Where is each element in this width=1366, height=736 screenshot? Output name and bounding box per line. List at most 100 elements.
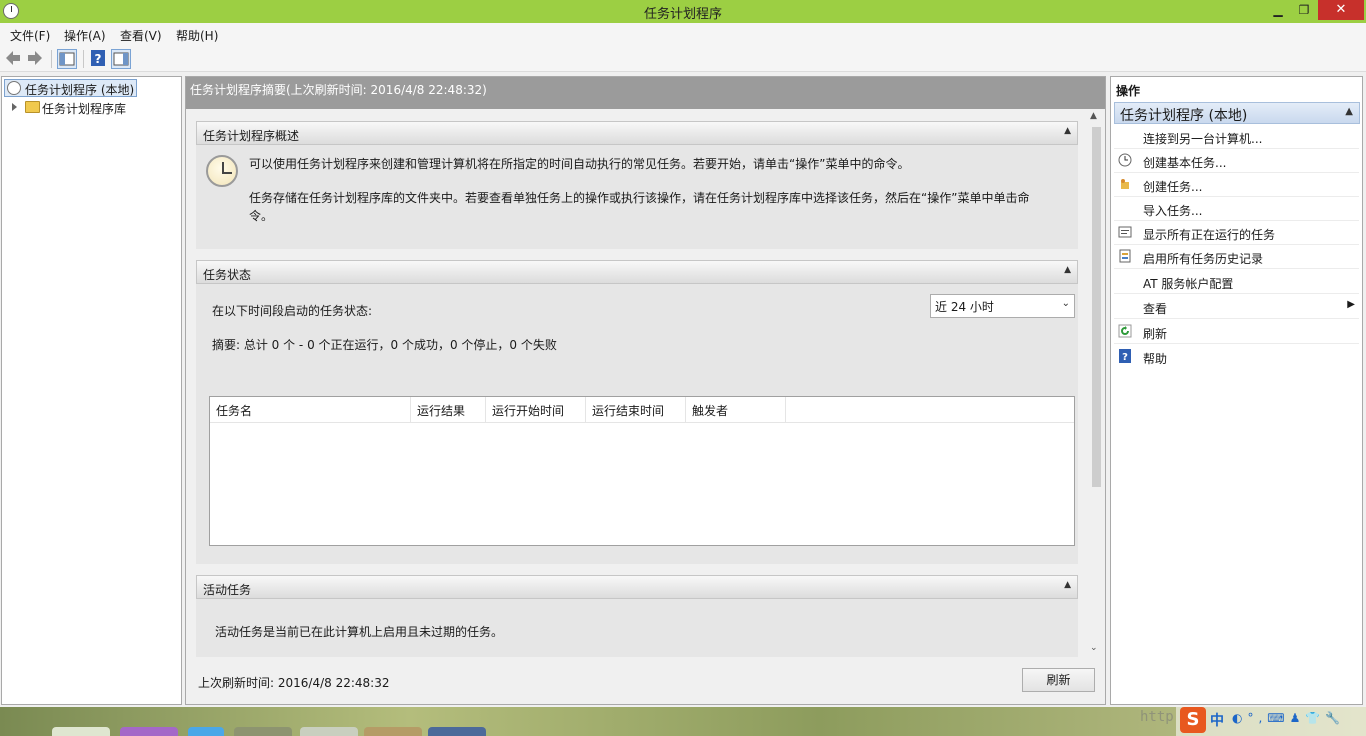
column-header-task-name[interactable]: 任务名 [210, 397, 411, 422]
action-label: 创建基本任务... [1143, 156, 1227, 170]
column-header-triggered-by[interactable]: 触发者 [686, 397, 786, 422]
taskbar-app-button[interactable] [52, 727, 110, 736]
actions-pane: 操作 任务计划程序 (本地) ▲ 连接到另一台计算机... 创建基本任务... … [1110, 76, 1363, 705]
title-bar: 任务计划程序 ▁ ❐ ✕ [0, 0, 1366, 23]
basic-task-icon [1118, 153, 1132, 167]
vertical-scrollbar[interactable]: ▲ ⌄ [1088, 109, 1105, 657]
taskbar-app-button[interactable] [188, 727, 224, 736]
collapse-arrow-icon[interactable]: ▲ [1345, 106, 1353, 117]
restore-button[interactable]: ❐ [1291, 0, 1317, 20]
taskbar-app-button[interactable] [428, 727, 486, 736]
scroll-up-icon[interactable]: ▲ [1090, 111, 1097, 121]
show-hide-action-pane-icon[interactable] [111, 49, 131, 69]
tray-icons[interactable]: ◐°,⌨♟👕🔧 [1232, 711, 1345, 725]
action-label: 创建任务... [1143, 180, 1203, 194]
menu-action[interactable]: 操作(A) [64, 27, 106, 44]
expand-arrow-icon[interactable] [12, 103, 17, 111]
action-label: 导入任务... [1143, 204, 1203, 218]
actions-group-header[interactable]: 任务计划程序 (本地) ▲ [1114, 102, 1360, 124]
chevron-right-icon: ▶ [1347, 299, 1355, 310]
sogou-ime-icon[interactable]: S [1180, 707, 1206, 733]
action-show-running-tasks[interactable]: 显示所有正在运行的任务 [1114, 221, 1359, 245]
overview-section-header[interactable]: 任务计划程序概述 ▲ [196, 121, 1078, 145]
forward-arrow-icon[interactable] [26, 49, 46, 69]
overview-section-body: 可以使用任务计划程序来创建和管理计算机将在所指定的时间自动执行的常见任务。若要开… [196, 145, 1078, 249]
chevron-down-icon: ⌄ [1061, 298, 1070, 309]
summary-header: 任务计划程序摘要(上次刷新时间: 2016/4/8 22:48:32) [186, 77, 1105, 109]
dropdown-value: 近 24 小时 [935, 300, 994, 314]
action-label: 启用所有任务历史记录 [1143, 252, 1264, 266]
action-enable-task-history[interactable]: 启用所有任务历史记录 [1114, 245, 1359, 269]
menu-view[interactable]: 查看(V) [120, 27, 162, 44]
system-tray: S 中 ◐°,⌨♟👕🔧 [1176, 707, 1366, 736]
action-connect-another-computer[interactable]: 连接到另一台计算机... [1114, 125, 1359, 149]
clock-icon [206, 155, 238, 187]
column-header-run-result[interactable]: 运行结果 [411, 397, 486, 422]
clock-icon [7, 81, 21, 95]
console-tree: 任务计划程序 (本地) 任务计划程序库 [1, 76, 182, 705]
history-icon [1118, 249, 1132, 263]
summary-body: 任务计划程序概述 ▲ 可以使用任务计划程序来创建和管理计算机将在所指定的时间自动… [186, 109, 1088, 657]
refresh-icon [1118, 324, 1132, 338]
action-create-task[interactable]: 创建任务... [1114, 173, 1359, 197]
scroll-down-icon[interactable]: ⌄ [1090, 643, 1098, 653]
summary-panel: 任务计划程序摘要(上次刷新时间: 2016/4/8 22:48:32) 任务计划… [185, 76, 1106, 705]
help-icon[interactable]: ? [89, 49, 109, 69]
taskbar-app-button[interactable] [234, 727, 292, 736]
table-header-divider [210, 422, 1074, 423]
tree-item-task-scheduler-local[interactable]: 任务计划程序 (本地) [4, 79, 138, 97]
action-label: 显示所有正在运行的任务 [1143, 228, 1276, 242]
action-at-service-account[interactable]: AT 服务帐户配置 [1114, 270, 1359, 294]
column-header-run-end[interactable]: 运行结束时间 [586, 397, 686, 422]
toolbar: ? [0, 45, 1366, 72]
collapse-arrow-icon[interactable]: ▲ [1064, 265, 1071, 275]
overview-paragraph: 任务存储在任务计划程序库的文件夹中。若要查看单独任务上的操作或执行该操作，请在任… [249, 191, 1030, 223]
menu-help[interactable]: 帮助(H) [176, 27, 218, 44]
toolbar-separator [51, 50, 52, 68]
action-create-basic-task[interactable]: 创建基本任务... [1114, 149, 1359, 173]
column-header-run-start[interactable]: 运行开始时间 [486, 397, 586, 422]
action-label: AT 服务帐户配置 [1143, 277, 1234, 291]
actions-group-label: 任务计划程序 (本地) [1120, 108, 1248, 124]
action-label: 帮助 [1143, 352, 1168, 366]
window-title: 任务计划程序 [643, 7, 722, 22]
task-status-section-body: 在以下时间段启动的任务状态: 近 24 小时 ⌄ 摘要: 总计 0 个 - 0 … [196, 284, 1078, 564]
action-help[interactable]: ? 帮助 [1114, 345, 1359, 369]
svg-text:?: ? [95, 52, 102, 66]
back-arrow-icon[interactable] [4, 49, 24, 69]
menu-file[interactable]: 文件(F) [10, 27, 50, 44]
refresh-button[interactable]: 刷新 [1022, 668, 1095, 692]
taskbar-app-button[interactable] [120, 727, 178, 736]
tree-item-label: 任务计划程序库 [42, 102, 127, 116]
taskbar: http S 中 ◐°,⌨♟👕🔧 [0, 707, 1366, 736]
action-import-task[interactable]: 导入任务... [1114, 197, 1359, 221]
status-period-dropdown[interactable]: 近 24 小时 ⌄ [930, 294, 1075, 318]
action-refresh[interactable]: 刷新 [1114, 320, 1359, 344]
last-refresh-time: 上次刷新时间: 2016/4/8 22:48:32 [198, 676, 390, 690]
folder-icon [25, 101, 40, 113]
minimize-button[interactable]: ▁ [1265, 0, 1291, 20]
svg-text:?: ? [1122, 352, 1128, 363]
task-status-section-header[interactable]: 任务状态 ▲ [196, 260, 1078, 284]
status-period-label: 在以下时间段启动的任务状态: [212, 304, 373, 318]
section-title: 任务计划程序概述 [203, 129, 300, 143]
active-tasks-section-header[interactable]: 活动任务 ▲ [196, 575, 1078, 599]
action-view[interactable]: 查看 ▶ [1114, 295, 1359, 319]
close-button[interactable]: ✕ [1318, 0, 1364, 20]
section-title: 活动任务 [203, 583, 252, 597]
scrollbar-thumb[interactable] [1092, 127, 1101, 487]
help-icon: ? [1118, 349, 1132, 363]
collapse-arrow-icon[interactable]: ▲ [1064, 126, 1071, 136]
status-summary: 摘要: 总计 0 个 - 0 个正在运行，0 个成功，0 个停止，0 个失败 [212, 338, 557, 352]
collapse-arrow-icon[interactable]: ▲ [1064, 580, 1071, 590]
ime-mode-indicator[interactable]: 中 [1210, 710, 1224, 730]
summary-footer: 上次刷新时间: 2016/4/8 22:48:32 刷新 [186, 657, 1105, 704]
taskbar-app-button[interactable] [300, 727, 358, 736]
tree-item-task-library[interactable]: 任务计划程序库 [12, 99, 128, 117]
overview-paragraph: 可以使用任务计划程序来创建和管理计算机将在所指定的时间自动执行的常见任务。若要开… [249, 157, 910, 171]
taskbar-app-button[interactable] [364, 727, 422, 736]
toolbar-separator [83, 50, 84, 68]
show-hide-console-tree-icon[interactable] [57, 49, 77, 69]
actions-title: 操作 [1116, 84, 1141, 98]
task-status-table: 任务名 运行结果 运行开始时间 运行结束时间 触发者 [209, 396, 1075, 546]
